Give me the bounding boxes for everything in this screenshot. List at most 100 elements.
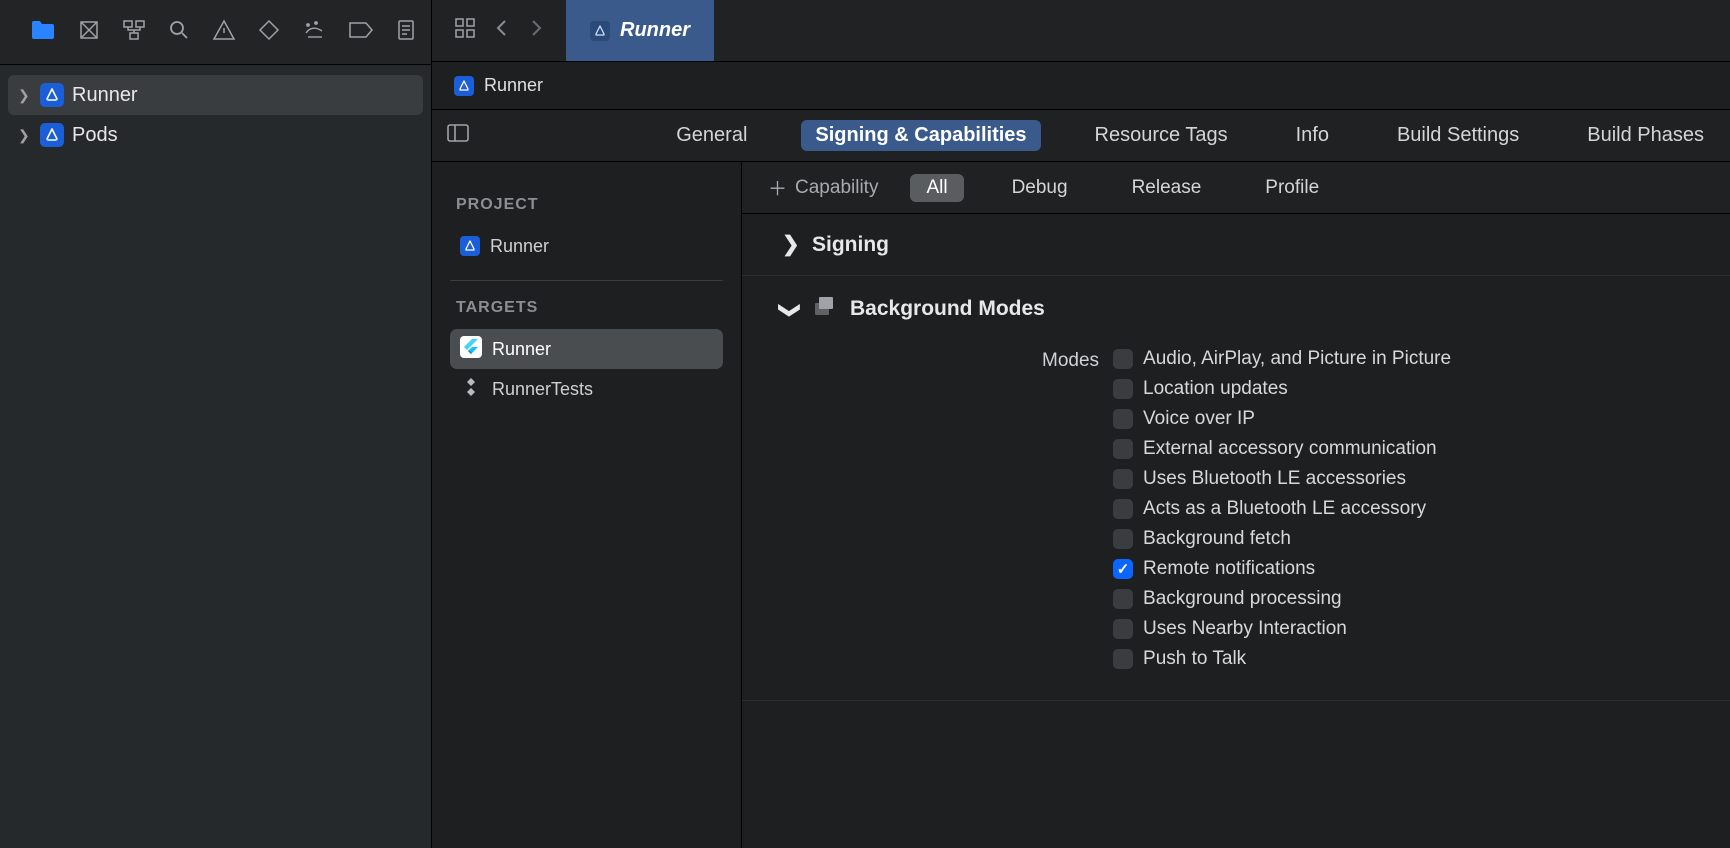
mode-item[interactable]: Background fetch	[1113, 528, 1451, 550]
target-row-runner[interactable]: Runner	[450, 329, 723, 369]
issues-icon[interactable]	[212, 19, 236, 46]
app-icon	[460, 236, 480, 256]
navigator-item-label: Runner	[72, 84, 138, 107]
modes-label: Modes	[1042, 348, 1099, 670]
modes-list: Audio, AirPlay, and Picture in Picture Lo…	[1113, 348, 1451, 670]
mode-item[interactable]: Remote notifications	[1113, 558, 1451, 580]
debug-icon[interactable]	[302, 19, 326, 46]
filter-debug[interactable]: Debug	[996, 174, 1084, 202]
chevron-down-icon: ❯	[778, 301, 803, 317]
mode-item[interactable]: Push to Talk	[1113, 648, 1451, 670]
tests-icon[interactable]	[258, 19, 280, 46]
section-header-signing[interactable]: ❯ Signing	[782, 232, 1690, 257]
filter-release[interactable]: Release	[1116, 174, 1218, 202]
navigator-tree: ❯ Runner ❯ Pods	[0, 65, 431, 165]
navigator-item-runner[interactable]: ❯ Runner	[8, 75, 423, 115]
app-icon	[454, 76, 474, 96]
chevron-right-icon: ❯	[782, 232, 798, 257]
source-control-icon[interactable]	[78, 19, 100, 46]
checkbox[interactable]	[1113, 379, 1133, 399]
section-header-background-modes[interactable]: ❯ Background Modes	[782, 294, 1690, 324]
checkbox[interactable]	[1113, 409, 1133, 429]
checkbox[interactable]	[1113, 619, 1133, 639]
section-background-modes: ❯ Background Modes Modes Audio, AirPlay,…	[742, 276, 1730, 701]
add-capability-label: Capability	[795, 177, 878, 199]
project-navigator: ❯ Runner ❯ Pods	[0, 0, 432, 848]
tab-general[interactable]: General	[662, 120, 761, 151]
tab-resource-tags[interactable]: Resource Tags	[1081, 120, 1242, 151]
project-heading: PROJECT	[456, 196, 717, 214]
targets-heading: TARGETS	[456, 299, 717, 317]
app-icon	[40, 123, 64, 147]
tab-build-phases[interactable]: Build Phases	[1573, 120, 1718, 151]
target-label: RunnerTests	[492, 379, 593, 400]
target-label: Runner	[492, 339, 551, 360]
separator	[450, 280, 723, 281]
mode-item[interactable]: Uses Nearby Interaction	[1113, 618, 1451, 640]
report-icon[interactable]	[396, 19, 416, 46]
checkbox[interactable]	[1113, 589, 1133, 609]
jump-bar[interactable]: Runner	[432, 62, 1730, 110]
editor-area: Runner Runner General Signing & Capabili…	[432, 0, 1730, 848]
mode-label: Uses Nearby Interaction	[1143, 618, 1347, 640]
mode-label: Audio, AirPlay, and Picture in Picture	[1143, 348, 1451, 370]
symbol-icon[interactable]	[122, 19, 146, 46]
tab-info[interactable]: Info	[1282, 120, 1343, 151]
background-modes-icon	[812, 294, 836, 324]
tests-target-icon	[460, 376, 482, 403]
mode-item[interactable]: Audio, AirPlay, and Picture in Picture	[1113, 348, 1451, 370]
section-title: Background Modes	[850, 297, 1045, 321]
mode-label: Location updates	[1143, 378, 1288, 400]
mode-item[interactable]: Uses Bluetooth LE accessories	[1113, 468, 1451, 490]
section-title: Signing	[812, 233, 889, 257]
editor-body: PROJECT Runner TARGETS Runner RunnerTe	[432, 162, 1730, 848]
tab-label: Runner	[620, 19, 690, 42]
app-icon	[40, 83, 64, 107]
tab-signing-capabilities[interactable]: Signing & Capabilities	[801, 120, 1040, 151]
editor-tab-runner[interactable]: Runner	[566, 0, 714, 61]
checkbox[interactable]	[1113, 499, 1133, 519]
checkbox[interactable]	[1113, 439, 1133, 459]
navigator-toolbar	[0, 0, 431, 65]
checkbox[interactable]	[1113, 559, 1133, 579]
checkbox[interactable]	[1113, 349, 1133, 369]
toggle-targets-pane-icon[interactable]	[444, 123, 470, 148]
mode-item[interactable]: External accessory communication	[1113, 438, 1451, 460]
folder-icon[interactable]	[30, 19, 56, 46]
filter-all[interactable]: All	[910, 174, 963, 202]
capabilities-pane: ＋ Capability All Debug Release Profile ❯…	[742, 162, 1730, 848]
checkbox[interactable]	[1113, 649, 1133, 669]
mode-label: External accessory communication	[1143, 438, 1437, 460]
chevron-right-icon[interactable]: ❯	[18, 87, 32, 104]
mode-item[interactable]: Acts as a Bluetooth LE accessory	[1113, 498, 1451, 520]
project-label: Runner	[490, 236, 549, 257]
target-row-runnertests[interactable]: RunnerTests	[450, 369, 723, 409]
targets-pane: PROJECT Runner TARGETS Runner RunnerTe	[432, 162, 742, 848]
mode-label: Uses Bluetooth LE accessories	[1143, 468, 1406, 490]
capabilities-toolbar: ＋ Capability All Debug Release Profile	[742, 162, 1730, 214]
back-button[interactable]	[494, 17, 510, 44]
add-capability-button[interactable]: ＋ Capability	[768, 174, 878, 201]
mode-label: Voice over IP	[1143, 408, 1255, 430]
mode-label: Acts as a Bluetooth LE accessory	[1143, 498, 1426, 520]
project-row-runner[interactable]: Runner	[450, 226, 723, 266]
checkbox[interactable]	[1113, 469, 1133, 489]
search-icon[interactable]	[168, 19, 190, 46]
mode-label: Background processing	[1143, 588, 1342, 610]
project-editor-tabs: General Signing & Capabilities Resource …	[432, 110, 1730, 162]
mode-item[interactable]: Background processing	[1113, 588, 1451, 610]
navigator-item-pods[interactable]: ❯ Pods	[8, 115, 423, 155]
related-items-icon[interactable]	[454, 17, 476, 44]
chevron-right-icon[interactable]: ❯	[18, 127, 32, 144]
mode-item[interactable]: Location updates	[1113, 378, 1451, 400]
checkbox[interactable]	[1113, 529, 1133, 549]
breakpoint-icon[interactable]	[348, 21, 374, 44]
filter-profile[interactable]: Profile	[1249, 174, 1335, 202]
tabbar-controls	[432, 0, 566, 61]
navigator-item-label: Pods	[72, 124, 118, 147]
app-icon	[590, 21, 610, 41]
tab-bar: Runner	[432, 0, 1730, 62]
forward-button[interactable]	[528, 17, 544, 44]
mode-item[interactable]: Voice over IP	[1113, 408, 1451, 430]
tab-build-settings[interactable]: Build Settings	[1383, 120, 1533, 151]
